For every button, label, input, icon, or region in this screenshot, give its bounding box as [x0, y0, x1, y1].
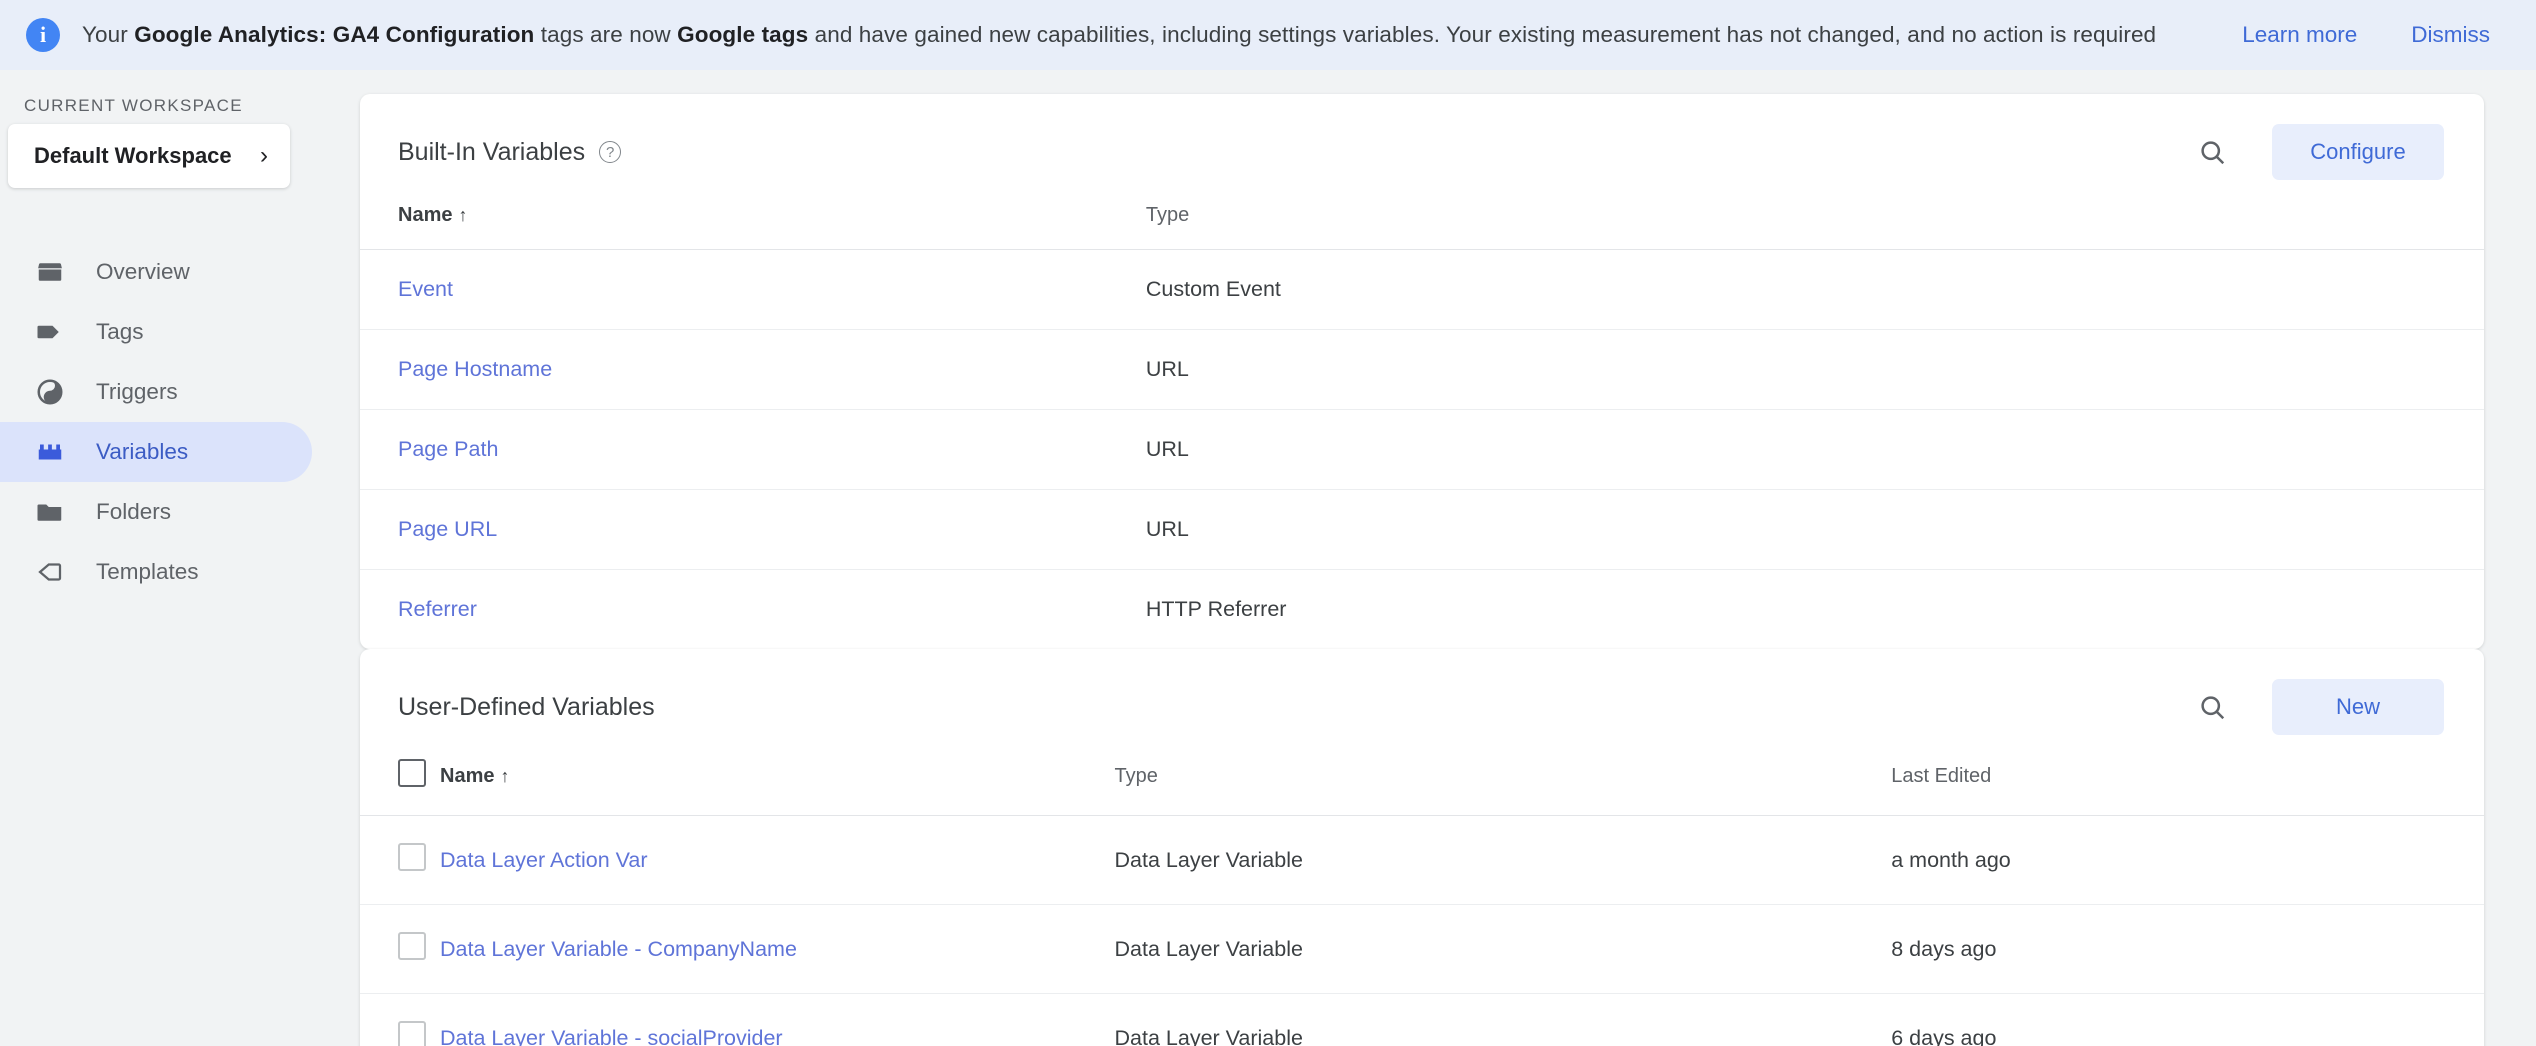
column-header-type[interactable]: Type — [1146, 204, 2484, 250]
sidebar-item-label: Folders — [96, 499, 171, 525]
row-checkbox[interactable] — [398, 843, 426, 871]
sort-ascending-icon: ↑ — [458, 205, 467, 225]
variable-name-link[interactable]: Data Layer Variable - socialProvider — [440, 1026, 783, 1046]
overview-icon — [34, 256, 66, 288]
table-row[interactable]: Page Path URL — [360, 410, 2484, 490]
learn-more-link[interactable]: Learn more — [2242, 22, 2357, 48]
main-content: Built-In Variables ? Configure Name ↑ — [330, 70, 2536, 1046]
variable-type-cell: Data Layer Variable — [1115, 816, 1892, 905]
sidebar-item-label: Variables — [96, 439, 188, 465]
variable-last-edited-cell: 8 days ago — [1891, 905, 2484, 994]
new-button[interactable]: New — [2272, 679, 2444, 735]
page-body: CURRENT WORKSPACE Default Workspace › Ov… — [0, 70, 2536, 1046]
table-row[interactable]: Data Layer Variable - socialProvider Data… — [360, 994, 2484, 1046]
user-defined-variables-title-group: User-Defined Variables — [398, 693, 655, 722]
user-defined-variables-body: Data Layer Action Var Data Layer Variable… — [360, 816, 2484, 1046]
chevron-right-icon: › — [260, 144, 268, 168]
built-in-variables-table: Name↑ Type EventCustom EventPage Hostnam… — [360, 204, 2484, 649]
variable-name-link[interactable]: Event — [398, 277, 453, 301]
current-workspace-label: CURRENT WORKSPACE — [0, 84, 330, 124]
table-row[interactable]: Data Layer Variable - CompanyName Data La… — [360, 905, 2484, 994]
template-icon — [34, 556, 66, 588]
column-header-type[interactable]: Type — [1115, 759, 1892, 816]
built-in-variables-title-group: Built-In Variables ? — [398, 138, 621, 167]
variable-name-link[interactable]: Page URL — [398, 517, 497, 541]
section-title: User-Defined Variables — [398, 693, 655, 722]
built-in-variables-card: Built-In Variables ? Configure Name ↑ — [360, 94, 2484, 649]
built-in-variables-body: EventCustom EventPage HostnameURLPage Pa… — [360, 250, 2484, 650]
variables-icon — [34, 436, 66, 468]
variable-type-cell: URL — [1146, 490, 2484, 570]
variable-type-cell: URL — [1146, 410, 2484, 490]
row-checkbox[interactable] — [398, 1021, 426, 1046]
column-header-name-label: Name — [398, 204, 452, 226]
table-row[interactable]: Data Layer Action Var Data Layer Variable… — [360, 816, 2484, 905]
variable-last-edited-cell: a month ago — [1891, 816, 2484, 905]
sidebar-item-folders[interactable]: Folders — [0, 482, 312, 542]
banner-actions: Learn more Dismiss — [2242, 22, 2490, 48]
banner-message: Your Google Analytics: GA4 Configuration… — [82, 22, 2220, 48]
variable-name-link[interactable]: Data Layer Variable - CompanyName — [440, 937, 797, 961]
select-all-header — [360, 759, 440, 816]
sidebar-item-tags[interactable]: Tags — [0, 302, 312, 362]
variable-name-link[interactable]: Page Hostname — [398, 357, 552, 381]
trigger-icon — [34, 376, 66, 408]
sidebar-item-variables[interactable]: Variables — [0, 422, 312, 482]
sort-ascending-icon: ↑ — [500, 766, 509, 786]
search-icon[interactable] — [2192, 132, 2232, 172]
row-checkbox[interactable] — [398, 932, 426, 960]
tag-icon — [34, 316, 66, 348]
user-defined-variables-header: User-Defined Variables New — [360, 649, 2484, 759]
column-header-type-label: Type — [1146, 204, 1189, 226]
column-header-name[interactable]: Name ↑ — [360, 204, 1146, 250]
sidebar: CURRENT WORKSPACE Default Workspace › Ov… — [0, 70, 330, 1046]
sidebar-nav: Overview Tags Triggers — [0, 242, 330, 602]
table-row[interactable]: Referrer HTTP Referrer — [360, 570, 2484, 650]
table-row[interactable]: Page Hostname URL — [360, 330, 2484, 410]
table-header-row: Name ↑ Type Last Edited — [360, 759, 2484, 816]
variable-name-link[interactable]: Page Path — [398, 437, 498, 461]
help-icon[interactable]: ? — [599, 141, 621, 163]
sidebar-item-label: Overview — [96, 259, 190, 285]
table-header-row: Name ↑ Type — [360, 204, 2484, 250]
variable-type-cell: Custom Event — [1146, 250, 2484, 330]
sidebar-item-triggers[interactable]: Triggers — [0, 362, 312, 422]
built-in-variables-header: Built-In Variables ? Configure — [360, 94, 2484, 204]
page-title: Built-In Variables — [398, 138, 585, 167]
info-icon: i — [26, 18, 60, 52]
sidebar-item-overview[interactable]: Overview — [0, 242, 312, 302]
table-row[interactable]: Event Custom Event — [360, 250, 2484, 330]
variable-name-link[interactable]: Referrer — [398, 597, 477, 621]
select-all-checkbox[interactable] — [398, 759, 426, 787]
search-icon[interactable] — [2192, 687, 2232, 727]
table-row[interactable]: Page URL URL — [360, 490, 2484, 570]
column-header-name-label: Name — [440, 765, 494, 787]
variable-type-cell: Data Layer Variable — [1115, 994, 1892, 1046]
user-defined-variables-table: Name ↑ Type Last Edited Data Layer Action… — [360, 759, 2484, 1046]
user-defined-variables-card: User-Defined Variables New — [360, 649, 2484, 1046]
configure-button[interactable]: Configure — [2272, 124, 2444, 180]
column-header-type-label: Type — [1115, 765, 1158, 787]
sidebar-item-label: Triggers — [96, 379, 178, 405]
dismiss-link[interactable]: Dismiss — [2411, 22, 2490, 48]
variable-type-cell: Data Layer Variable — [1115, 905, 1892, 994]
folder-icon — [34, 496, 66, 528]
workspace-selector[interactable]: Default Workspace › — [8, 124, 290, 188]
variable-name-link[interactable]: Data Layer Action Var — [440, 848, 648, 872]
column-header-last-edited-label: Last Edited — [1891, 765, 1991, 787]
workspace-name: Default Workspace — [34, 143, 232, 169]
sidebar-item-label: Tags — [96, 319, 144, 345]
sidebar-item-templates[interactable]: Templates — [0, 542, 312, 602]
sidebar-item-label: Templates — [96, 559, 199, 585]
variable-type-cell: URL — [1146, 330, 2484, 410]
variable-last-edited-cell: 6 days ago — [1891, 994, 2484, 1046]
notification-banner: i Your Google Analytics: GA4 Configurati… — [0, 0, 2536, 70]
variable-type-cell: HTTP Referrer — [1146, 570, 2484, 650]
column-header-name[interactable]: Name ↑ — [440, 759, 1115, 816]
column-header-last-edited[interactable]: Last Edited — [1891, 759, 2484, 816]
